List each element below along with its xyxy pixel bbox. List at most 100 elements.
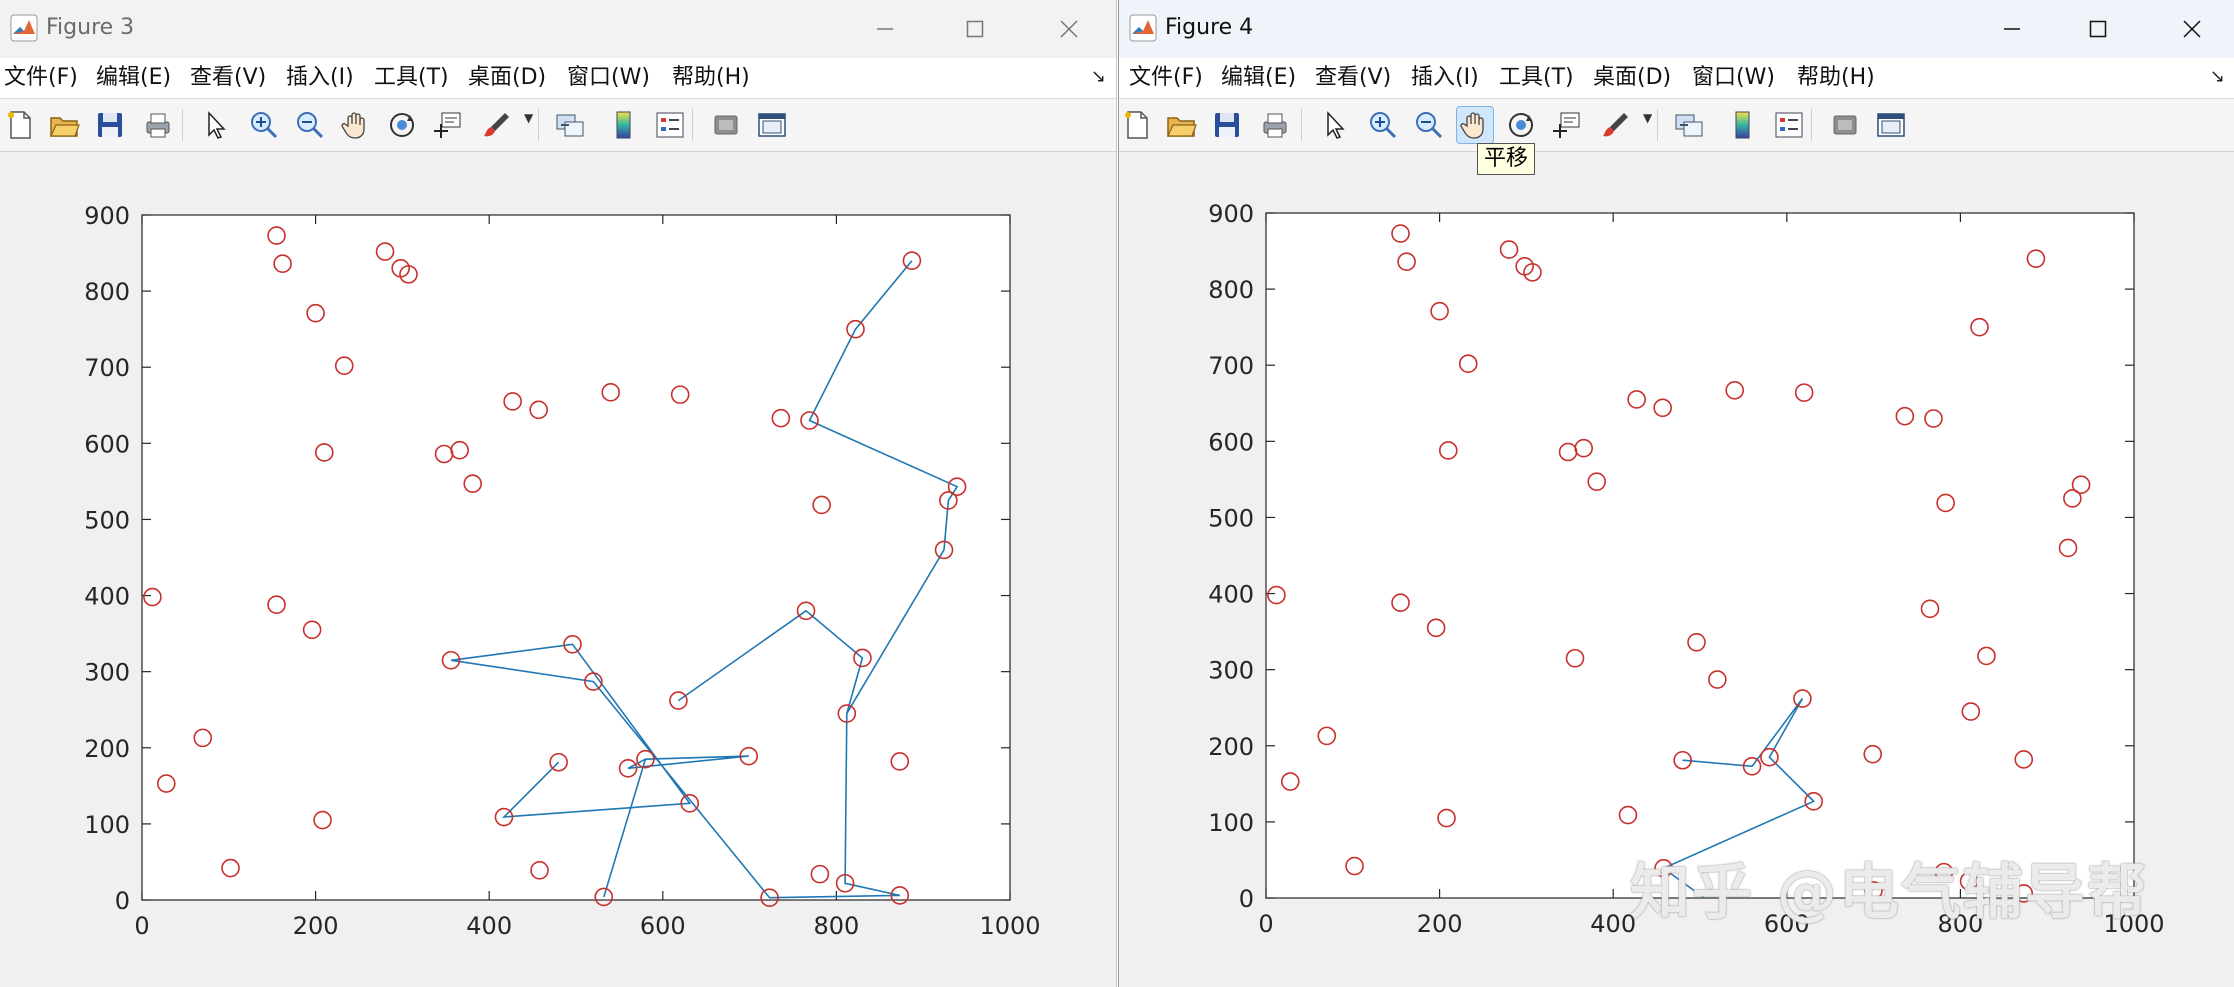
- pan-hand-button[interactable]: [338, 107, 374, 143]
- new-file-button[interactable]: [2, 107, 38, 143]
- axes-box: [1265, 212, 2135, 899]
- hide-plot-tools-icon: [714, 115, 738, 135]
- menu-desktop[interactable]: 桌面(D): [1593, 64, 1671, 92]
- menu-edit[interactable]: 编辑(E): [1221, 64, 1296, 92]
- y-tick-label: 600: [84, 430, 130, 458]
- show-plot-tools-icon: [758, 113, 786, 137]
- colorbar-button[interactable]: [1725, 107, 1761, 143]
- minimize-icon: [2004, 28, 2020, 30]
- menu-desktop[interactable]: 桌面(D): [468, 64, 546, 92]
- save-icon: [1215, 113, 1239, 137]
- y-tick-label: 300: [84, 659, 130, 687]
- print-button[interactable]: [140, 107, 176, 143]
- menu-view[interactable]: 查看(V): [1315, 64, 1391, 92]
- menu-window[interactable]: 窗口(W): [567, 64, 650, 92]
- y-tick-label: 500: [84, 506, 130, 534]
- menu-bar: 文件(F) 编辑(E) 查看(V) 插入(I) 工具(T) 桌面(D) 窗口(W…: [1119, 58, 2234, 99]
- zoom-in-icon: [1370, 112, 1397, 139]
- show-plot-tools-button[interactable]: [1873, 107, 1909, 143]
- y-tick-label: 500: [1208, 504, 1254, 532]
- dock-arrow-icon[interactable]: ↘: [2210, 66, 2225, 87]
- menu-file[interactable]: 文件(F): [1129, 64, 1203, 92]
- menu-view[interactable]: 查看(V): [190, 64, 266, 92]
- menu-window[interactable]: 窗口(W): [1692, 64, 1775, 92]
- save-icon: [98, 113, 122, 137]
- close-button[interactable]: [2159, 0, 2225, 58]
- menu-help[interactable]: 帮助(H): [672, 64, 750, 92]
- colorbar-button[interactable]: [606, 107, 642, 143]
- open-folder-button[interactable]: [1163, 107, 1199, 143]
- zoom-out-button[interactable]: [292, 107, 328, 143]
- hide-plot-tools-button[interactable]: [708, 107, 744, 143]
- zoom-in-button[interactable]: [246, 107, 282, 143]
- new-file-button[interactable]: [1119, 107, 1155, 143]
- colorbar-icon: [616, 111, 631, 139]
- y-tick-label: 100: [84, 811, 130, 839]
- menu-tools[interactable]: 工具(T): [1499, 64, 1574, 92]
- toolbar-separator: [1657, 109, 1658, 141]
- toolbar-separator: [1811, 109, 1812, 141]
- maximize-button[interactable]: [2065, 0, 2131, 58]
- brush-icon: [1603, 113, 1628, 137]
- menu-help[interactable]: 帮助(H): [1797, 64, 1875, 92]
- open-folder-button[interactable]: [46, 107, 82, 143]
- close-icon: [1060, 20, 1078, 38]
- menu-tools[interactable]: 工具(T): [374, 64, 449, 92]
- rotate-3d-button[interactable]: [384, 107, 420, 143]
- pointer-button[interactable]: [198, 107, 234, 143]
- menu-edit[interactable]: 编辑(E): [96, 64, 171, 92]
- maximize-icon: [2089, 20, 2107, 38]
- brush-button[interactable]: [1597, 107, 1633, 143]
- pan-hand-icon: [341, 112, 365, 139]
- menu-insert[interactable]: 插入(I): [286, 64, 354, 92]
- legend-button[interactable]: [1771, 107, 1807, 143]
- pan-tooltip: 平移: [1477, 143, 1536, 175]
- new-file-icon: [8, 111, 31, 139]
- pan-hand-button[interactable]: [1456, 106, 1494, 144]
- brush-button[interactable]: [478, 107, 514, 143]
- legend-button[interactable]: [652, 107, 688, 143]
- y-tick-label: 0: [1239, 885, 1254, 913]
- link-plot-button[interactable]: [1671, 107, 1707, 143]
- legend-icon: [1775, 112, 1803, 138]
- print-button[interactable]: [1257, 107, 1293, 143]
- link-plot-button[interactable]: [552, 107, 588, 143]
- hide-plot-tools-button[interactable]: [1827, 107, 1863, 143]
- minimize-icon: [877, 28, 893, 30]
- y-tick-label: 200: [84, 735, 130, 763]
- minimize-button[interactable]: [1979, 0, 2045, 58]
- plot-figure-3[interactable]: 0 200 400 600 800 1000 0 100 200 300 400 500 600 700 8…: [0, 152, 1116, 987]
- save-button[interactable]: [1209, 107, 1245, 143]
- title-bar[interactable]: Figure 3: [0, 0, 1116, 58]
- x-tick-label: 200: [293, 912, 339, 940]
- brush-dropdown-icon[interactable]: ▼: [524, 111, 533, 125]
- dock-arrow-icon[interactable]: ↘: [1091, 66, 1106, 87]
- zoom-out-button[interactable]: [1411, 107, 1447, 143]
- brush-dropdown-icon[interactable]: ▼: [1643, 111, 1652, 125]
- pointer-button[interactable]: [1317, 107, 1353, 143]
- title-bar[interactable]: Figure 4: [1119, 0, 2234, 58]
- pointer-icon: [1327, 111, 1345, 139]
- data-cursor-button[interactable]: [430, 107, 466, 143]
- maximize-button[interactable]: [942, 0, 1008, 58]
- close-button[interactable]: [1036, 0, 1102, 58]
- watermark-text: 知乎 @电气辅导帮: [1630, 858, 2149, 928]
- figure-canvas[interactable]: 0 200 400 600 800 1000 0 100 200 300 400 500 600 700 8…: [0, 152, 1116, 987]
- x-tick-label: 400: [466, 912, 512, 940]
- link-plot-icon: [556, 114, 584, 137]
- minimize-button[interactable]: [852, 0, 918, 58]
- window-title: Figure 3: [46, 15, 135, 40]
- figure-4-window: Figure 4 文件(F) 编辑(E) 查看(V) 插入(I) 工具(T) 桌…: [1118, 0, 2234, 987]
- toolbar-separator: [182, 109, 183, 141]
- menu-file[interactable]: 文件(F): [4, 64, 78, 92]
- zoom-in-button[interactable]: [1365, 107, 1401, 143]
- window-title: Figure 4: [1165, 15, 1254, 40]
- y-tick-label: 800: [84, 278, 130, 306]
- rotate-3d-button[interactable]: [1503, 107, 1539, 143]
- data-cursor-button[interactable]: [1549, 107, 1585, 143]
- y-tick-label: 300: [1208, 657, 1254, 685]
- matlab-icon: [10, 14, 38, 42]
- menu-insert[interactable]: 插入(I): [1411, 64, 1479, 92]
- save-button[interactable]: [92, 107, 128, 143]
- show-plot-tools-button[interactable]: [754, 107, 790, 143]
